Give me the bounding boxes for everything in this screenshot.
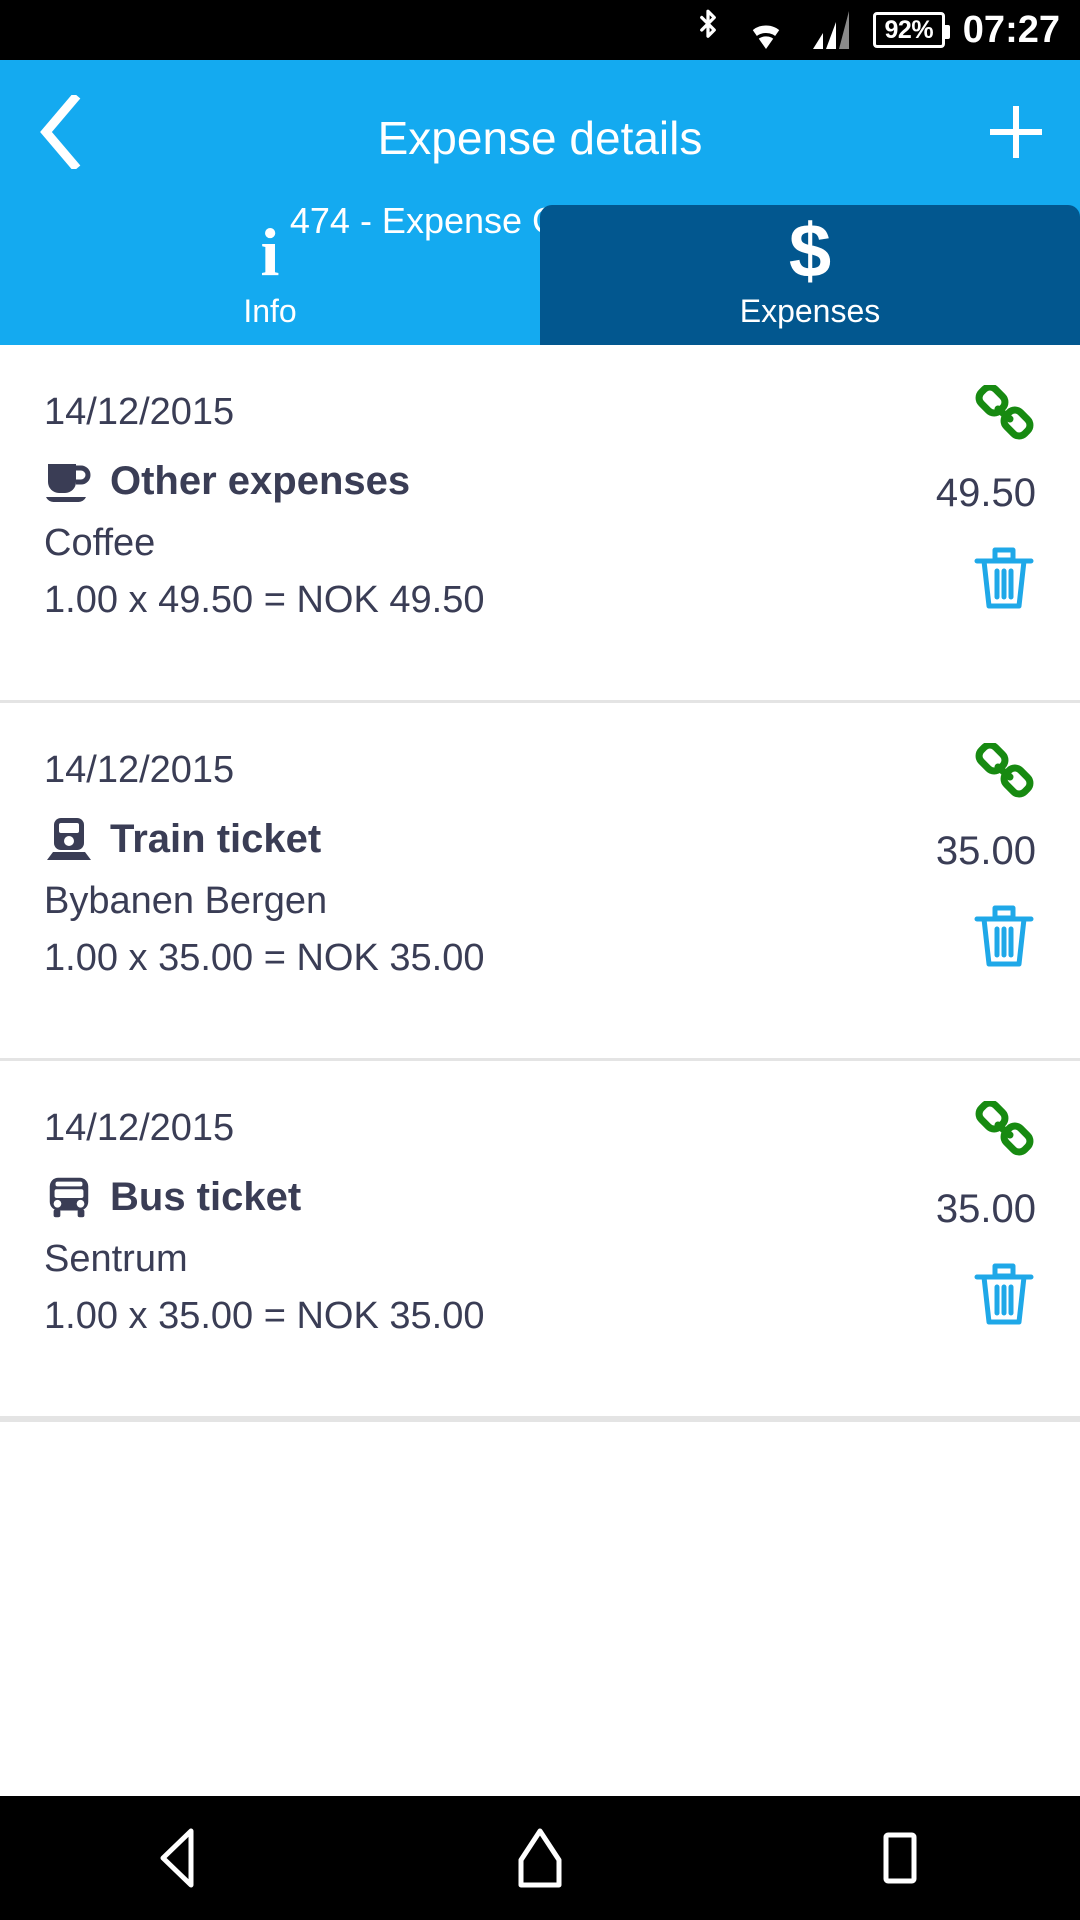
nav-recents-button[interactable] [840, 1808, 960, 1908]
chain-link-icon[interactable] [974, 743, 1036, 801]
tab-info-label: Info [243, 293, 297, 329]
app-bar-top-row: Expense details [0, 60, 1080, 203]
back-button[interactable] [24, 92, 94, 172]
expense-category: Other expenses [110, 458, 411, 503]
wifi-icon [741, 9, 791, 51]
page-title: Expense details [377, 111, 703, 164]
nav-recents-square-icon [883, 1832, 917, 1884]
battery-indicator: 92% [872, 12, 950, 48]
expense-amount: 35.00 [935, 1187, 1036, 1231]
tab-expenses[interactable]: $ Expenses [540, 205, 1080, 345]
tab-info[interactable]: i Info [0, 205, 540, 345]
info-icon: i [260, 214, 280, 290]
table-row[interactable]: 14/12/2015 Other expenses Coffee 1.00 x … [0, 345, 1080, 703]
expense-amount: 35.00 [935, 829, 1036, 873]
nav-back-triangle-icon [160, 1828, 194, 1888]
cellular-signal-icon [809, 9, 855, 51]
train-icon [44, 814, 94, 864]
expense-list: 14/12/2015 Other expenses Coffee 1.00 x … [0, 345, 1080, 1515]
expense-row-actions: 35.00 [816, 743, 1036, 975]
battery-percent-label: 92% [884, 15, 934, 44]
tab-expenses-label: Expenses [739, 293, 881, 329]
nav-back-button[interactable] [120, 1808, 240, 1908]
add-expense-button[interactable] [976, 92, 1056, 172]
app-bar: Expense details 474 - Expense Christmas … [0, 60, 1080, 345]
chain-link-icon[interactable] [974, 1101, 1036, 1159]
list-bottom-spacer [0, 1419, 1080, 1515]
back-chevron-icon [40, 94, 81, 169]
bluetooth-icon [693, 8, 723, 52]
bus-icon [44, 1172, 94, 1222]
table-row[interactable]: 14/12/2015 Train ticket Bybanen Bergen 1… [0, 703, 1080, 1061]
chain-link-icon[interactable] [974, 385, 1036, 443]
trash-icon[interactable] [972, 1256, 1036, 1333]
expense-amount: 49.50 [935, 471, 1036, 515]
expense-row-actions: 35.00 [816, 1101, 1036, 1333]
expense-category: Bus ticket [110, 1174, 302, 1219]
expense-row-actions: 49.50 [816, 385, 1036, 617]
status-bar-clock: 07:27 [962, 8, 1060, 51]
coffee-cup-icon [44, 456, 94, 506]
plus-icon [990, 105, 1042, 158]
tab-bar: i Info $ Expenses [0, 205, 1080, 345]
expense-category: Train ticket [110, 816, 322, 861]
table-row[interactable]: 14/12/2015 Bus ticket Sentrum 1.00 x 35.… [0, 1061, 1080, 1419]
android-nav-bar [0, 1796, 1080, 1920]
dollar-icon: $ [788, 209, 832, 294]
nav-home-button[interactable] [480, 1808, 600, 1908]
trash-icon[interactable] [972, 540, 1036, 617]
status-bar: 92% 07:27 [0, 0, 1080, 60]
trash-icon[interactable] [972, 898, 1036, 975]
nav-home-icon [518, 1828, 562, 1888]
